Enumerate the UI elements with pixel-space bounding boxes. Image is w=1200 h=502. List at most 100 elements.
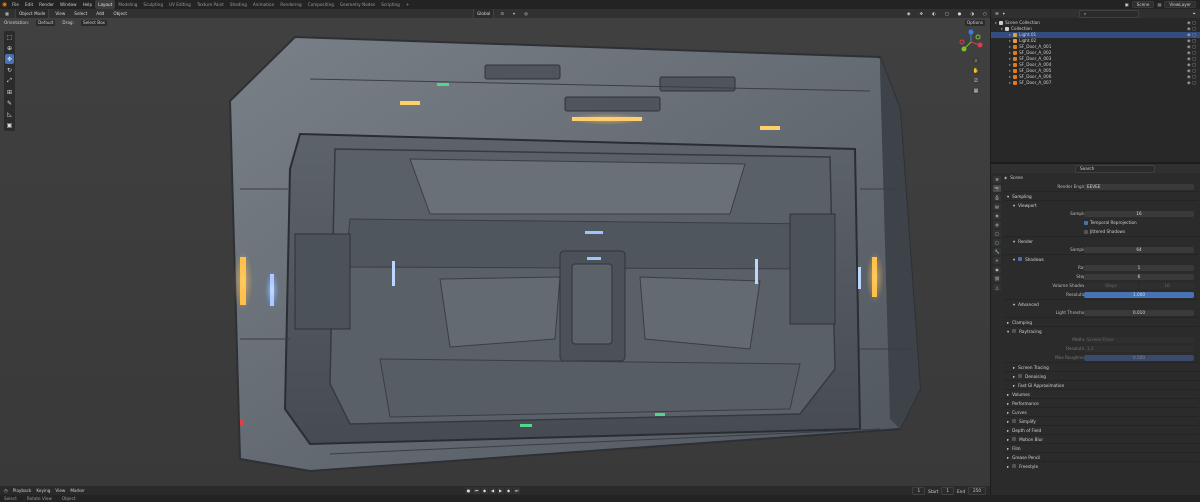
proportional-edit-icon[interactable]: ◎ xyxy=(521,9,531,18)
viewport-menu-object[interactable]: Object xyxy=(110,9,130,18)
panel-simplify[interactable]: ▸ Simplify xyxy=(1004,416,1198,425)
outliner-filter-icon[interactable]: ▾ xyxy=(1003,11,1005,16)
menu-file[interactable]: File xyxy=(9,0,22,9)
workspace-tab-modeling[interactable]: Modeling xyxy=(115,0,140,9)
scene-selector[interactable]: Scene xyxy=(1131,1,1155,8)
rays-field[interactable]: 1 xyxy=(1084,264,1194,271)
options-button[interactable]: Options xyxy=(963,18,986,27)
pivot-icon[interactable]: ⊙ xyxy=(497,9,507,18)
workspace-tab-geometry-nodes[interactable]: Geometry Nodes xyxy=(337,0,378,9)
annotate-icon[interactable]: ✎ xyxy=(5,98,14,108)
advanced-subpanel[interactable]: ▾ Advanced xyxy=(1004,299,1198,308)
play-reverse-icon[interactable]: ◀ xyxy=(489,487,496,494)
workspace-tab-scripting[interactable]: Scripting xyxy=(378,0,403,9)
panel-checkbox[interactable] xyxy=(1012,437,1017,441)
workspace-tab-shading[interactable]: Shading xyxy=(227,0,250,9)
outliner-search-input[interactable]: ⌕ xyxy=(1078,9,1139,18)
panel-checkbox[interactable] xyxy=(1012,464,1017,468)
raytrace-resolution-dropdown[interactable]: 1:2 xyxy=(1084,345,1194,352)
tool-tab-icon[interactable]: ⚒ xyxy=(993,176,1001,183)
timeline-editor-icon[interactable]: ◷ xyxy=(4,488,8,493)
jump-start-icon[interactable]: ⏮ xyxy=(473,487,480,494)
blender-logo-icon[interactable]: ◉ xyxy=(0,1,9,8)
panel-film[interactable]: ▸ Film xyxy=(1004,443,1198,452)
rotate-icon[interactable]: ↻ xyxy=(5,65,14,75)
transform-icon[interactable]: ⊞ xyxy=(5,87,14,97)
workspace-tab-sculpting[interactable]: Sculpting xyxy=(140,0,166,9)
outliner-item[interactable]: ▸ SF_Door_A_007 ◉ ▢ xyxy=(991,80,1200,86)
panel-volumes[interactable]: ▸ Volumes xyxy=(1004,389,1198,398)
visibility-toggle-icon[interactable]: ◉ ▢ xyxy=(1187,80,1196,86)
orientation-selector[interactable]: Default xyxy=(35,18,57,27)
select-box-icon[interactable]: ⬚ xyxy=(5,32,14,42)
shading-material-icon[interactable]: ◑ xyxy=(967,9,977,18)
view-layer-tab-icon[interactable]: ▤ xyxy=(993,203,1001,210)
camera-icon[interactable]: ⎚ xyxy=(972,77,980,85)
panel-grease-pencil[interactable]: ▸ Grease Pencil xyxy=(1004,452,1198,461)
editor-type-icon[interactable]: ▦ xyxy=(2,9,12,18)
light-threshold-field[interactable]: 0.010 xyxy=(1084,309,1194,316)
workspace-tab-texture-paint[interactable]: Texture Paint xyxy=(194,0,227,9)
menu-window[interactable]: Window xyxy=(57,0,80,9)
render-tab-icon[interactable]: 📷 xyxy=(993,185,1001,192)
shadows-subpanel[interactable]: ▾ Shadows xyxy=(1004,254,1198,263)
raytracing-panel[interactable]: ▾ Raytracing xyxy=(1004,326,1198,335)
outliner-editor-icon[interactable]: ☰ xyxy=(995,11,999,16)
viewport-subpanel[interactable]: ▾ Viewport xyxy=(1004,200,1198,209)
method-dropdown[interactable]: Screen-Trace xyxy=(1084,336,1194,343)
denoising-subpanel[interactable]: ▸ Denoising xyxy=(1004,371,1198,380)
viewport-samples-field[interactable]: 16 xyxy=(1084,210,1194,217)
workspace-tab-compositing[interactable]: Compositing xyxy=(305,0,337,9)
grid-icon[interactable]: ▦ xyxy=(972,87,980,95)
world-tab-icon[interactable]: ◍ xyxy=(993,221,1001,228)
screen-tracing-subpanel[interactable]: ▸ Screen Tracing xyxy=(1004,362,1198,371)
prev-key-icon[interactable]: ◆ xyxy=(481,487,488,494)
properties-search-input[interactable]: Search xyxy=(1075,164,1155,173)
panel-checkbox[interactable] xyxy=(1012,419,1017,423)
panel-motion-blur[interactable]: ▸ Motion Blur xyxy=(1004,434,1198,443)
gizmo-toggle-icon[interactable]: ✥ xyxy=(917,9,927,18)
max-roughness-field[interactable]: 0.500 xyxy=(1084,354,1194,361)
scene-tab-icon[interactable]: ◈ xyxy=(993,212,1001,219)
overlay-toggle-icon[interactable]: ◐ xyxy=(929,9,939,18)
fast-gi-subpanel[interactable]: ▸ Fast GI Approximation xyxy=(1004,380,1198,389)
physics-tab-icon[interactable]: ◉ xyxy=(993,266,1001,273)
shading-solid-icon[interactable]: ● xyxy=(955,9,965,18)
view-layer-selector[interactable]: ViewLayer xyxy=(1164,1,1196,8)
move-icon[interactable]: ✥ xyxy=(5,54,14,64)
steps-field[interactable]: 6 xyxy=(1084,273,1194,280)
chevron-right-icon[interactable]: ▸ xyxy=(1009,80,1011,86)
play-icon[interactable]: ▶ xyxy=(497,487,504,494)
render-subpanel[interactable]: ▾ Render xyxy=(1004,236,1198,245)
filter-funnel-icon[interactable]: ⏷ xyxy=(1193,11,1196,16)
shading-rendered-icon[interactable]: ○ xyxy=(980,9,990,18)
snap-icon[interactable]: ⌖ xyxy=(510,9,518,18)
render-samples-field[interactable]: 64 xyxy=(1084,246,1194,253)
collection-tab-icon[interactable]: ▢ xyxy=(993,230,1001,237)
denoising-checkbox[interactable] xyxy=(1018,374,1023,378)
workspace-tab-uv-editing[interactable]: UV Editing xyxy=(166,0,194,9)
temporal-reprojection-checkbox[interactable] xyxy=(1084,220,1088,225)
drag-selector[interactable]: Select Box xyxy=(79,18,109,27)
timeline-menu-marker[interactable]: Marker xyxy=(70,488,84,493)
modifier-tab-icon[interactable]: 🔧 xyxy=(993,248,1001,255)
timeline-menu-keying[interactable]: Keying xyxy=(36,488,50,493)
pan-icon[interactable]: ✋ xyxy=(972,67,980,75)
navigation-gizmo-icon[interactable] xyxy=(958,29,984,55)
visibility-icon[interactable]: ◉ xyxy=(904,9,914,18)
clamping-panel[interactable]: ▸ Clamping xyxy=(1004,317,1198,326)
shadows-checkbox[interactable] xyxy=(1018,257,1023,261)
sampling-panel[interactable]: ▾ Sampling xyxy=(1004,191,1198,200)
menu-help[interactable]: Help xyxy=(80,0,96,9)
viewport-menu-select[interactable]: Select xyxy=(71,9,90,18)
jump-end-icon[interactable]: ⏭ xyxy=(513,487,520,494)
measure-icon[interactable]: ◺ xyxy=(5,109,14,119)
output-tab-icon[interactable]: ⎙ xyxy=(993,194,1001,201)
panel-performance[interactable]: ▸ Performance xyxy=(1004,398,1198,407)
timeline-menu-playback[interactable]: Playback xyxy=(13,488,32,493)
menu-render[interactable]: Render xyxy=(36,0,57,9)
panel-curves[interactable]: ▸ Curves xyxy=(1004,407,1198,416)
current-frame-field[interactable]: 1 xyxy=(912,487,926,495)
workspace-tab-rendering[interactable]: Rendering xyxy=(277,0,304,9)
xray-icon[interactable]: ▢ xyxy=(942,9,952,18)
